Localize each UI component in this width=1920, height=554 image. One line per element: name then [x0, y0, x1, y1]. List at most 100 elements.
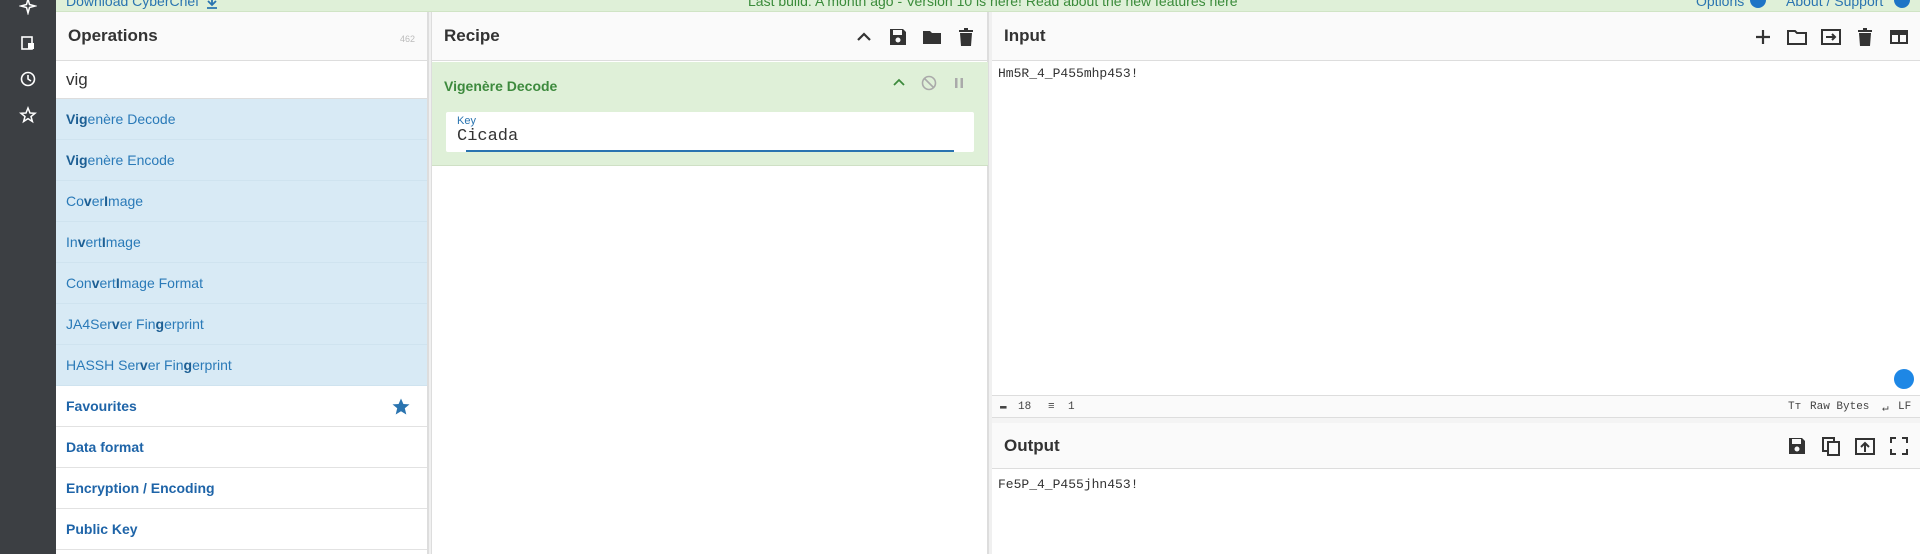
- output-panel: Output Fe5P_4_P455jhn453!: [992, 423, 1920, 554]
- operation-result-text: enère Encode: [87, 152, 175, 168]
- operation-result-text: mage: [105, 234, 141, 250]
- check-icon: [1894, 369, 1914, 389]
- pause-icon[interactable]: [950, 74, 968, 92]
- recipe-panel: Recipe Vigenère Decode Key Cicada: [432, 12, 988, 554]
- operation-result-text: Vig: [66, 152, 88, 168]
- recipe-operation-title: Vigenère Decode: [444, 78, 558, 94]
- input-encoding[interactable]: Raw Bytes: [1810, 401, 1869, 413]
- lines-icon: ≡: [1048, 401, 1055, 413]
- operation-result-text: mage Format: [119, 275, 203, 291]
- star-outline-icon[interactable]: [14, 101, 42, 129]
- recipe-header: Recipe: [432, 12, 987, 61]
- category-list: Favourites Data format Encryption / Encodi…: [56, 386, 427, 550]
- input-lines: 1: [1068, 401, 1075, 413]
- operations-count: 462: [399, 34, 415, 44]
- star-icon: [392, 398, 410, 415]
- operation-result-text: er: [91, 193, 105, 209]
- length-icon: ▬: [1000, 401, 1007, 413]
- operations-panel: Operations 462 Vigenère DecodeVigenère E…: [56, 12, 428, 554]
- eol-icon[interactable]: ↵: [1882, 401, 1889, 415]
- operation-result-text: v: [77, 234, 86, 250]
- left-rail: [0, 0, 56, 554]
- operation-result-text: HASSH Ser: [66, 357, 140, 373]
- download-icon: [207, 0, 218, 10]
- collapse-icon[interactable]: [890, 74, 908, 92]
- maximise-icon[interactable]: [1888, 435, 1910, 457]
- sparkle-icon[interactable]: [14, 0, 42, 20]
- cyberchef-app: Download CyberChef Last build: A month a…: [0, 0, 1920, 554]
- operations-title: Operations: [68, 26, 158, 45]
- operation-result[interactable]: Vig enère Encode: [56, 140, 427, 181]
- input-header: Input: [992, 12, 1920, 61]
- operation-result-text: g: [155, 316, 165, 332]
- clear-input-icon[interactable]: [1854, 26, 1876, 48]
- category-item[interactable]: Encryption / Encoding: [56, 468, 427, 509]
- category-item[interactable]: Favourites: [56, 386, 427, 427]
- key-underline: [466, 150, 954, 152]
- input-title: Input: [1004, 26, 1046, 45]
- operation-result-text: g: [183, 357, 193, 373]
- category-label: Encryption / Encoding: [66, 480, 215, 496]
- chevron-up-icon[interactable]: [853, 26, 875, 48]
- recipe-title: Recipe: [444, 26, 500, 45]
- gear-icon[interactable]: [1750, 0, 1766, 8]
- about-link[interactable]: About / Support: [1786, 0, 1883, 8]
- options-link[interactable]: Options: [1696, 0, 1744, 8]
- add-tab-icon[interactable]: [1752, 26, 1774, 48]
- operation-result-text: erprint: [164, 316, 204, 332]
- input-textarea[interactable]: Hm5R_4_P455mhp453!: [998, 66, 1138, 81]
- operation-result-text: v: [91, 275, 100, 291]
- layout-icon[interactable]: [1888, 26, 1910, 48]
- operation-result-text: Con: [66, 275, 92, 291]
- key-input[interactable]: Cicada: [457, 127, 957, 146]
- input-eol[interactable]: LF: [1898, 401, 1911, 413]
- text-encoding-icon[interactable]: Tт: [1788, 401, 1801, 413]
- operation-result-text: v: [83, 193, 92, 209]
- open-folder-icon[interactable]: [1786, 26, 1808, 48]
- save-recipe-icon[interactable]: [14, 29, 42, 57]
- category-label: Favourites: [66, 398, 137, 414]
- category-item[interactable]: Data format: [56, 427, 427, 468]
- operation-result-text: Co: [66, 193, 84, 209]
- operation-result[interactable]: HASSH Ser v er Fin g erprint: [56, 345, 427, 386]
- operation-result-text: erprint: [192, 357, 232, 373]
- trash-icon[interactable]: [955, 26, 977, 48]
- key-field[interactable]: Key Cicada: [446, 112, 974, 152]
- operation-result-text: mage: [108, 193, 144, 209]
- operation-results: Vig enère Decode Vig enère Encode Co v er Imag…: [56, 99, 427, 386]
- input-status-bar: ▬ 18 ≡ 1 Tт Raw Bytes ↵ LF: [992, 395, 1920, 417]
- operation-result[interactable]: In v ert Image: [56, 222, 427, 263]
- download-link[interactable]: Download CyberChef: [66, 0, 219, 10]
- operation-result-text: enère Decode: [87, 111, 176, 127]
- operation-result-text: v: [111, 316, 120, 332]
- key-label: Key: [457, 115, 476, 127]
- folder-icon[interactable]: [921, 26, 943, 48]
- recipe-operation-vigenere-decode[interactable]: Vigenère Decode Key Cicada: [432, 62, 988, 166]
- operation-result-text: Vig: [66, 111, 88, 127]
- save-output-icon[interactable]: [1786, 435, 1808, 457]
- save-icon[interactable]: [887, 26, 909, 48]
- operation-result-text: v: [139, 357, 148, 373]
- build-notice[interactable]: Last build: A month ago - Version 10 is …: [748, 0, 1238, 8]
- operation-result[interactable]: Con v ert Image Format: [56, 263, 427, 304]
- info-icon[interactable]: [1894, 0, 1910, 8]
- operations-header: Operations 462: [56, 12, 427, 61]
- operation-result-text: er Fin: [119, 316, 156, 332]
- category-item[interactable]: Public Key: [56, 509, 427, 550]
- open-file-icon[interactable]: [1820, 26, 1842, 48]
- input-panel: Input Hm5R_4_P455mhp453! ▬ 18 ≡ 1 Tт Raw…: [992, 12, 1920, 417]
- output-header: Output: [992, 423, 1920, 469]
- copy-icon[interactable]: [1820, 435, 1842, 457]
- operation-result[interactable]: Co v er Image: [56, 181, 427, 222]
- output-textarea[interactable]: Fe5P_4_P455jhn453!: [998, 477, 1138, 492]
- history-icon[interactable]: [14, 65, 42, 93]
- replace-input-icon[interactable]: [1854, 435, 1876, 457]
- operation-result[interactable]: Vig enère Decode: [56, 99, 427, 140]
- disable-icon[interactable]: [920, 74, 938, 92]
- operation-result-text: JA4Ser: [66, 316, 112, 332]
- input-length: 18: [1018, 401, 1032, 413]
- operation-result[interactable]: JA4Ser v er Fin g erprint: [56, 304, 427, 345]
- download-label: Download CyberChef: [66, 0, 200, 9]
- search-box: [56, 61, 427, 99]
- search-input[interactable]: [66, 69, 406, 90]
